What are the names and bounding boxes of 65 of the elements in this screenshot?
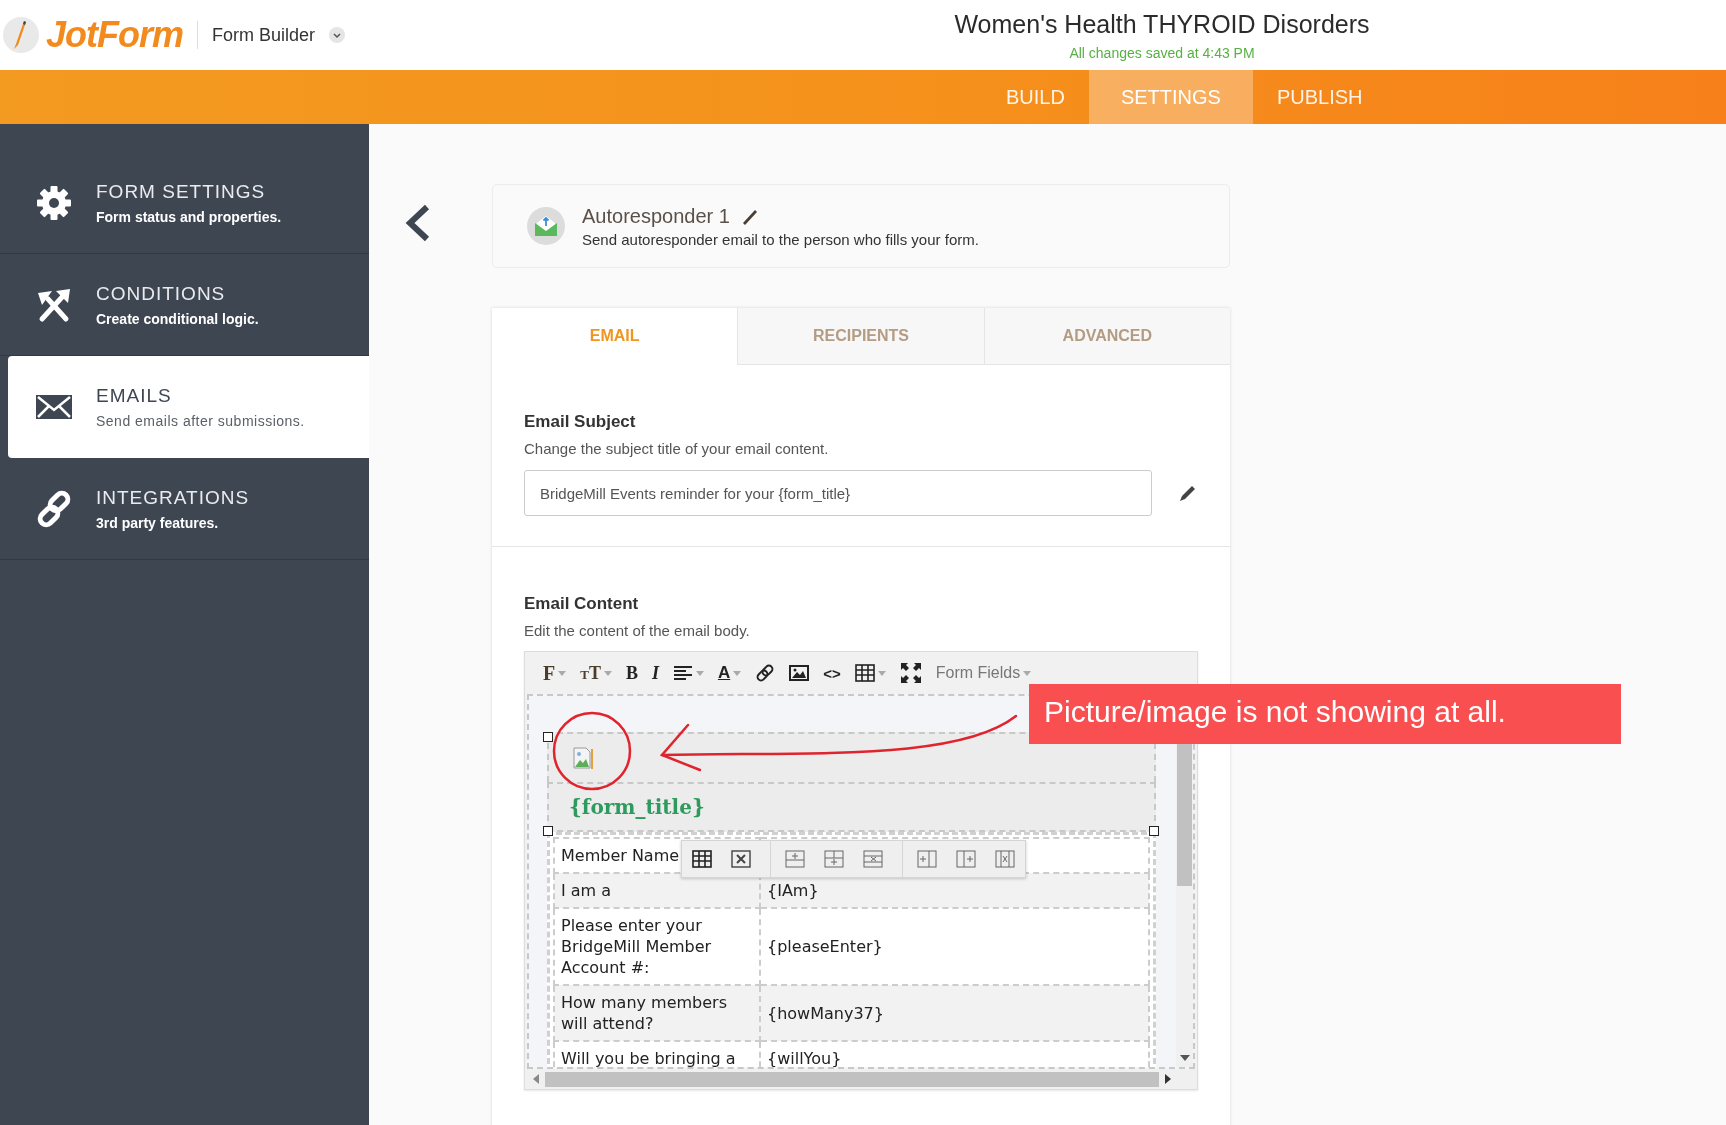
- item-subtitle: Create conditional logic.: [96, 310, 259, 327]
- toolbar-button[interactable]: B: [625, 660, 638, 686]
- item-title: FORM SETTINGS: [96, 180, 267, 203]
- caret-icon: [558, 670, 567, 676]
- item-subtitle: Form status and properties.: [96, 208, 282, 225]
- fullscreen-icon: [899, 662, 922, 684]
- scroll-left-icon[interactable]: [533, 1074, 539, 1084]
- resize-handle[interactable]: [1149, 826, 1159, 836]
- field-description: Change the subject title of your email content.: [524, 440, 830, 457]
- field-label: Email Subject: [524, 412, 637, 432]
- delete-row-icon[interactable]: [863, 850, 883, 868]
- caret-icon: [877, 670, 886, 676]
- autoresponder-description: Send autoresponder email to the person who fills your form.: [582, 230, 979, 248]
- insert-column-left-icon[interactable]: [917, 850, 937, 868]
- scroll-right-icon[interactable]: [1165, 1074, 1171, 1084]
- item-title: EMAILS: [96, 385, 173, 407]
- insert-row-below-icon[interactable]: [824, 850, 844, 868]
- table-icon[interactable]: [692, 850, 712, 868]
- field-description: Edit the content of the email body.: [524, 622, 751, 639]
- mail-icon: [526, 206, 566, 246]
- broken-image-icon: [573, 747, 593, 769]
- field-label: Email Content: [524, 594, 640, 614]
- resize-handle[interactable]: [543, 732, 553, 742]
- toolbar-button[interactable]: A: [717, 660, 742, 686]
- subject-input-field[interactable]: BridgeMill Events reminder for your {form_title}: [524, 470, 1152, 516]
- toolbar-button[interactable]: I: [651, 660, 659, 686]
- back-chevron-icon[interactable]: [405, 204, 431, 242]
- toolbar-button[interactable]: Form Fields: [935, 660, 1032, 686]
- app-menu-button[interactable]: Form Builder: [212, 24, 346, 46]
- table-cell: {howMany37}: [760, 985, 1149, 1041]
- toolbar-button[interactable]: <>: [823, 660, 841, 686]
- toolbar-button[interactable]: F: [543, 660, 567, 686]
- table-cell: I am a: [554, 873, 760, 908]
- horizontal-scrollbar[interactable]: [525, 1069, 1197, 1089]
- caret-icon: [733, 670, 742, 676]
- align-left-icon: [672, 664, 693, 682]
- caret-icon: [695, 670, 704, 676]
- delete-table-icon[interactable]: [731, 850, 751, 868]
- sidebar-item[interactable]: EMAILS Send emails after submissions.: [8, 356, 369, 458]
- toolbar-button[interactable]: TT: [580, 660, 612, 686]
- table-cell: How many members will attend?: [554, 985, 760, 1041]
- item-title: INTEGRATIONS: [96, 486, 250, 509]
- save-status: All changes saved at 4:43 PM: [1068, 44, 1256, 61]
- link-icon: [755, 663, 776, 683]
- annotation-tooltip: Picture/image is not showing at all.: [1029, 684, 1621, 744]
- resize-handle[interactable]: [543, 826, 553, 836]
- item-subtitle: Send emails after submissions.: [96, 413, 305, 429]
- pencil-logo-icon: [2, 16, 40, 54]
- autoresponder-name: Autoresponder 1: [582, 204, 730, 228]
- pencil-icon[interactable]: [1178, 483, 1198, 503]
- item-title: CONDITIONS: [96, 282, 227, 305]
- insert-row-above-icon[interactable]: [785, 850, 805, 868]
- scroll-down-icon[interactable]: [1179, 1055, 1190, 1061]
- caret-icon: [1023, 670, 1032, 676]
- insert-column-right-icon[interactable]: [956, 850, 976, 868]
- item-subtitle: 3rd party features.: [96, 514, 220, 531]
- image-icon: [789, 664, 810, 682]
- table-icon: [854, 664, 875, 682]
- sidebar-item[interactable]: FORM SETTINGS Form status and properties.: [0, 152, 369, 254]
- template-tag: {form_title}: [569, 795, 705, 819]
- chevron-down-icon: [329, 27, 346, 43]
- delete-column-icon[interactable]: [995, 850, 1015, 868]
- caret-icon: [603, 670, 612, 676]
- toolbar-button[interactable]: [899, 660, 922, 686]
- form-title: Women's Health THYROID Disorders: [953, 9, 1371, 39]
